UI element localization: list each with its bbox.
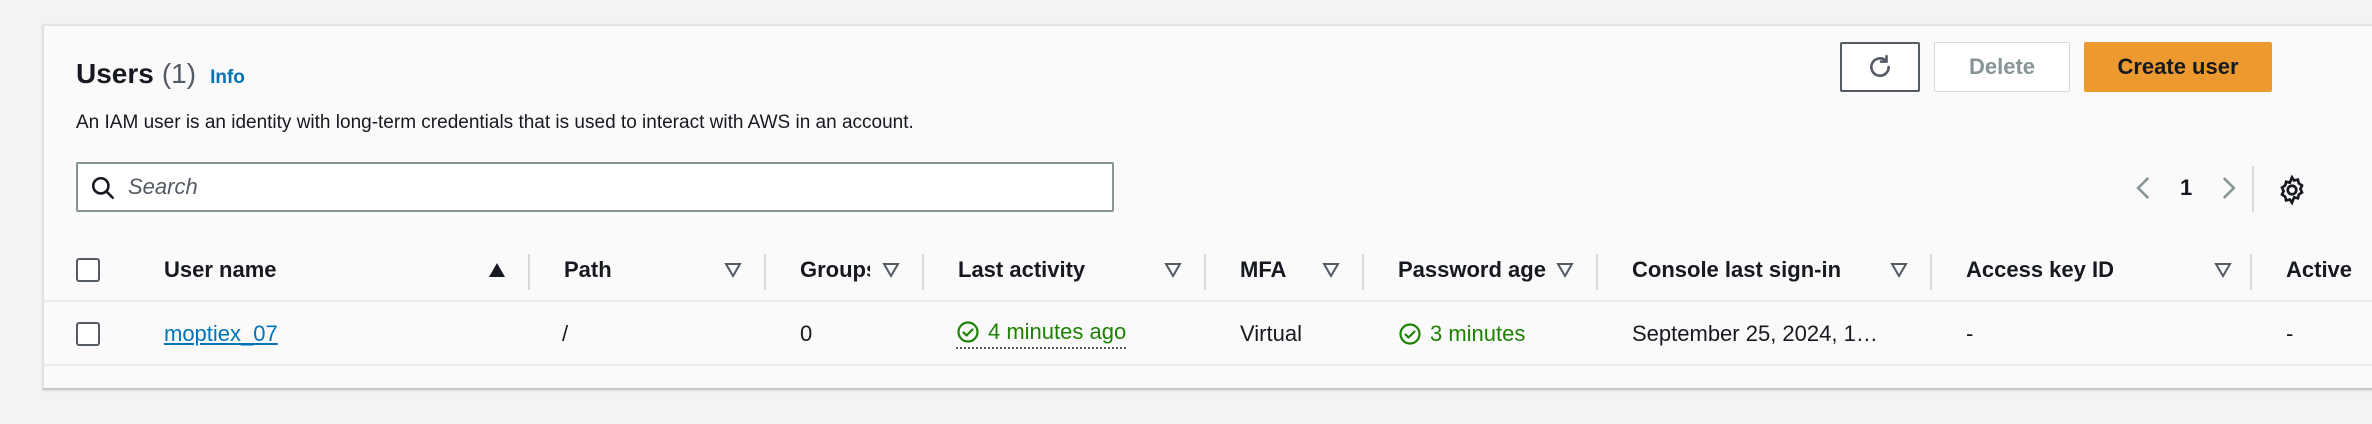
- success-check-icon: [957, 321, 979, 343]
- info-link[interactable]: Info: [210, 67, 245, 89]
- sort-ascending-icon[interactable]: [488, 262, 506, 278]
- column-divider[interactable]: [764, 254, 766, 290]
- cell-access-key-id: -: [1966, 321, 1974, 346]
- gear-icon[interactable]: [2276, 174, 2308, 206]
- column-header-active[interactable]: Active: [2286, 238, 2372, 302]
- current-page[interactable]: 1: [2180, 175, 2192, 201]
- user-count: (1): [161, 58, 197, 89]
- cell-console-last-sign-in: September 25, 2024, 1…: [1632, 321, 1878, 346]
- cell-last-activity: 4 minutes ago: [956, 302, 1196, 366]
- sort-unsorted-icon[interactable]: [2214, 262, 2232, 278]
- column-header-groups[interactable]: Groups: [800, 238, 870, 302]
- users-panel: Users (1) Info An IAM user is an identit…: [42, 24, 2372, 390]
- chevron-left-icon[interactable]: [2130, 174, 2158, 202]
- sort-unsorted-icon[interactable]: [882, 262, 900, 278]
- search-icon: [91, 176, 115, 200]
- search-input[interactable]: [128, 174, 1112, 200]
- refresh-button[interactable]: [1840, 42, 1920, 92]
- page-description: An IAM user is an identity with long-ter…: [76, 112, 914, 133]
- success-check-icon: [1399, 323, 1421, 345]
- create-user-button[interactable]: Create user: [2084, 42, 2272, 92]
- column-header-path[interactable]: Path: [564, 238, 684, 302]
- password-age-status: 3 minutes: [1398, 321, 1525, 347]
- table-row[interactable]: moptiex_07 / 0 4 minutes ago Virtual 3 m…: [44, 302, 2372, 366]
- sort-unsorted-icon[interactable]: [724, 262, 742, 278]
- cell-mfa: Virtual: [1240, 321, 1302, 346]
- column-header-last-activity[interactable]: Last activity: [958, 238, 1158, 302]
- pagination: 1: [2130, 174, 2242, 202]
- refresh-icon: [1870, 54, 1890, 78]
- column-header-mfa[interactable]: MFA: [1240, 238, 1320, 302]
- column-divider[interactable]: [1362, 254, 1364, 290]
- column-divider[interactable]: [1596, 254, 1598, 290]
- sort-unsorted-icon[interactable]: [1556, 262, 1574, 278]
- column-header-console-last-sign-in[interactable]: Console last sign-in: [1632, 238, 1882, 302]
- page-title: Users: [76, 58, 154, 89]
- column-divider[interactable]: [528, 254, 530, 290]
- cell-path: /: [562, 321, 569, 346]
- search-box: [76, 162, 1114, 212]
- select-all-checkbox[interactable]: [76, 258, 100, 282]
- cell-password-age: 3 minutes: [1398, 302, 1598, 366]
- cell-active: -: [2286, 321, 2294, 346]
- pagination-divider: [2252, 166, 2254, 212]
- row-checkbox[interactable]: [76, 322, 100, 346]
- user-name-link[interactable]: moptiex_07: [164, 321, 278, 347]
- delete-button[interactable]: Delete: [1934, 42, 2070, 92]
- chevron-right-icon[interactable]: [2214, 174, 2242, 202]
- column-divider[interactable]: [2250, 254, 2252, 290]
- column-divider[interactable]: [922, 254, 924, 290]
- cell-groups: 0: [800, 321, 813, 346]
- sort-unsorted-icon[interactable]: [1164, 262, 1182, 278]
- cell-user-name: moptiex_07: [164, 302, 504, 366]
- sort-unsorted-icon[interactable]: [1322, 262, 1340, 278]
- sort-unsorted-icon[interactable]: [1890, 262, 1908, 278]
- last-activity-text: 4 minutes ago: [988, 319, 1127, 344]
- column-header-access-key-id[interactable]: Access key ID: [1966, 238, 2166, 302]
- table-header-row: User name Path Groups Last activity MFA …: [44, 238, 2372, 302]
- column-divider[interactable]: [1930, 254, 1932, 290]
- column-divider[interactable]: [1204, 254, 1206, 290]
- password-age-text: 3 minutes: [1430, 321, 1526, 346]
- title-row: Users (1) Info: [76, 58, 245, 90]
- last-activity-status[interactable]: 4 minutes ago: [956, 319, 1127, 349]
- column-header-user-name[interactable]: User name: [164, 238, 364, 302]
- users-table: User name Path Groups Last activity MFA …: [44, 238, 2372, 366]
